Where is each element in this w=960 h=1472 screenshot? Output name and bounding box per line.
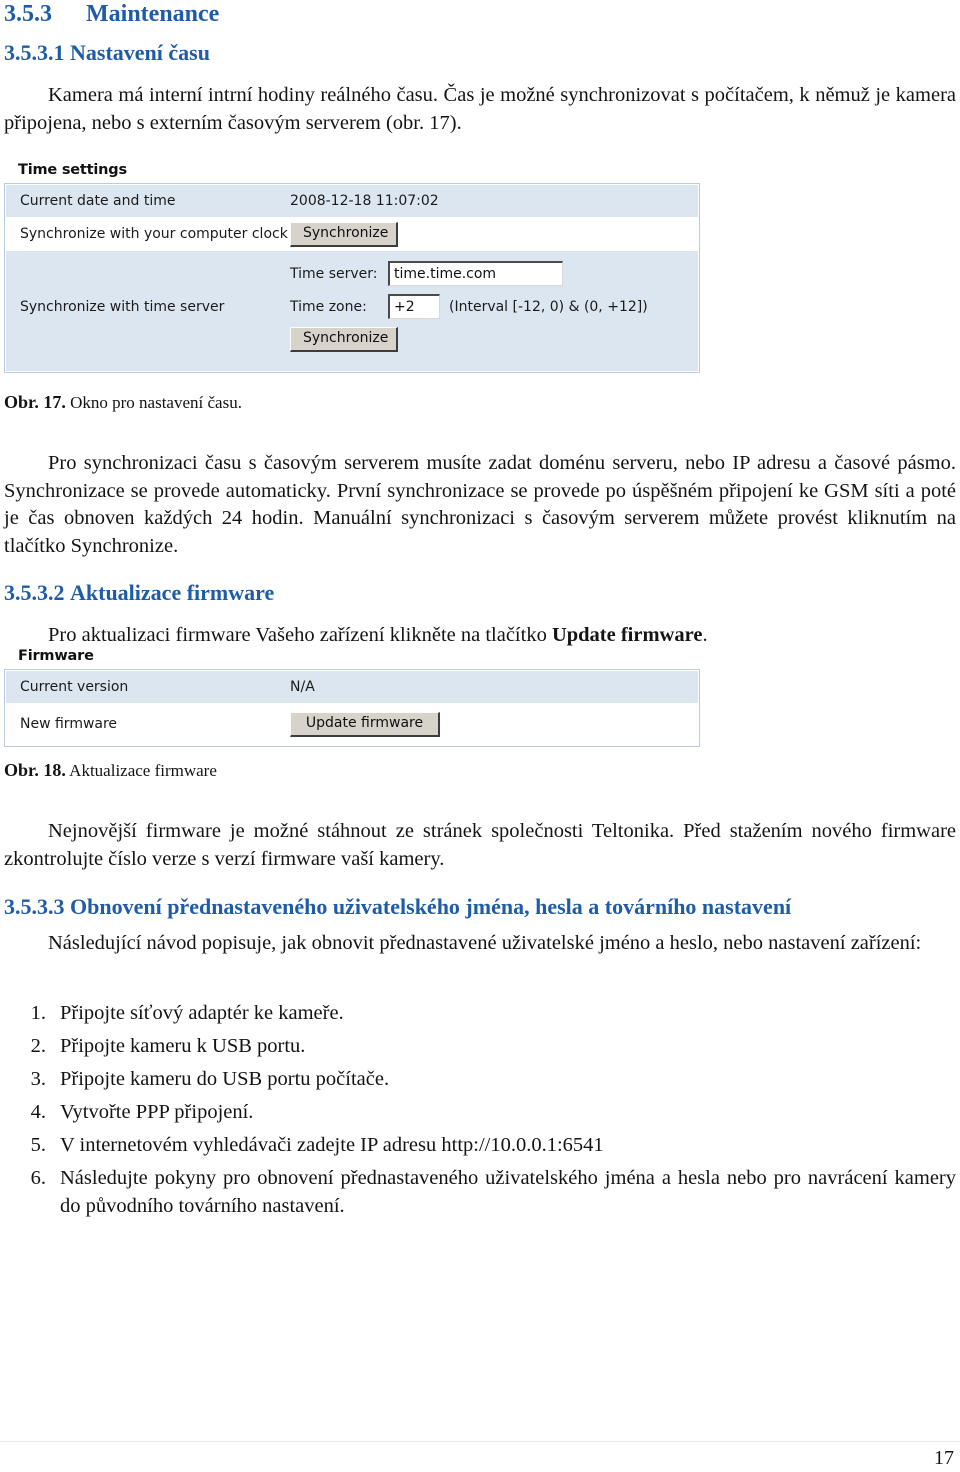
label-new-firmware: New firmware: [20, 716, 118, 732]
list-item-number: 5.: [30, 1134, 46, 1156]
heading-firmware-update-title: Aktualizace firmware: [70, 580, 275, 605]
label-sync-computer-clock: Synchronize with your computer clock: [20, 226, 288, 242]
firmware-panel-title: Firmware: [18, 648, 94, 664]
paragraph-restore-intro: Následující návod popisuje, jak obnovit …: [4, 930, 956, 958]
time-settings-panel-title: Time settings: [18, 162, 127, 178]
heading-time-settings-title: Nastavení času: [70, 40, 210, 65]
time-server-fields: Time server: time.time.com Time zone: +2…: [290, 251, 648, 352]
time-zone-input[interactable]: +2: [388, 294, 440, 319]
figure-time-settings-screenshot: Time settings Current date and time 2008…: [4, 162, 704, 380]
heading-time-settings: 3.5.3.1 Nastavení času: [4, 42, 210, 64]
heading-factory-restore-number: 3.5.3.3: [4, 894, 65, 919]
heading-factory-restore-title: Obnovení přednastaveného uživatelského j…: [70, 894, 792, 919]
new-firmware-button-cell: Update firmware: [290, 711, 440, 737]
list-item-text: Připojte kameru k USB portu.: [60, 1035, 306, 1057]
paragraph-firmware-intro-bold: Update firmware: [551, 624, 703, 646]
list-item: 3. Připojte kameru do USB portu počítače…: [4, 1066, 956, 1094]
label-sync-time-server: Synchronize with time server: [20, 299, 225, 315]
list-item-number: 6.: [30, 1167, 46, 1189]
table-row-current-version: Current version N/A: [6, 671, 698, 703]
sync-time-server-button-row: Synchronize: [290, 327, 648, 352]
list-item: 2. Připojte kameru k USB portu.: [4, 1033, 956, 1061]
heading-maintenance: 3.5.3 Maintenance: [4, 2, 219, 26]
caption-figure-17-label: Obr. 17.: [4, 392, 66, 412]
list-item-number: 1.: [30, 1002, 46, 1024]
list-item: 4. Vytvořte PPP připojení.: [4, 1099, 956, 1127]
time-zone-hint: (Interval [-12, 0) & (0, +12]): [449, 298, 648, 315]
list-item: 1. Připojte síťový adaptér ke kameře.: [4, 1000, 956, 1028]
caption-figure-17-text: Okno pro nastavení času.: [70, 393, 242, 412]
caption-figure-17: Obr. 17. Okno pro nastavení času.: [4, 392, 242, 413]
heading-maintenance-number: 3.5.3: [4, 1, 52, 27]
list-item-text: V internetovém vyhledávači zadejte IP ad…: [60, 1134, 604, 1156]
list-item-number: 3.: [30, 1068, 46, 1090]
paragraph-intro-text: Kamera má interní intrní hodiny reálného…: [4, 84, 956, 134]
time-zone-field-row: Time zone: +2 (Interval [-12, 0) & (0, +…: [290, 294, 648, 319]
caption-figure-18-label: Obr. 18.: [4, 760, 66, 780]
time-server-field-row: Time server: time.time.com: [290, 261, 648, 286]
list-item: 5. V internetovém vyhledávači zadejte IP…: [4, 1132, 956, 1160]
synchronize-computer-clock-button[interactable]: Synchronize: [290, 221, 398, 247]
paragraph-firmware-intro: Pro aktualizaci firmware Vašeho zařízení…: [4, 622, 956, 650]
label-time-zone: Time zone:: [290, 298, 367, 315]
label-current-version: Current version: [20, 679, 129, 695]
heading-maintenance-title: Maintenance: [86, 1, 220, 27]
table-row-sync-time-server: Synchronize with time server Time server…: [6, 251, 698, 371]
list-item-text: Připojte kameru do USB portu počítače.: [60, 1068, 390, 1090]
paragraph-sync: Pro synchronizaci času s časovým servere…: [4, 450, 956, 560]
table-row-current-date: Current date and time 2008-12-18 11:07:0…: [6, 185, 698, 217]
time-server-input[interactable]: time.time.com: [388, 261, 563, 286]
list-item-number: 2.: [30, 1035, 46, 1057]
list-item: 6. Následujte pokyny pro obnovení předna…: [4, 1165, 956, 1220]
firmware-panel: Current version N/A New firmware Update …: [4, 669, 700, 747]
update-firmware-button[interactable]: Update firmware: [290, 711, 440, 737]
footer-divider: [0, 1441, 960, 1442]
paragraph-firmware-intro-after: .: [702, 624, 708, 646]
heading-factory-restore: 3.5.3.3 Obnovení přednastaveného uživate…: [4, 896, 791, 918]
heading-time-settings-number: 3.5.3.1: [4, 40, 65, 65]
caption-figure-18: Obr. 18. Aktualizace firmware: [4, 760, 217, 781]
heading-firmware-update: 3.5.3.2 Aktualizace firmware: [4, 582, 274, 604]
list-item-number: 4.: [30, 1101, 46, 1123]
paragraph-restore-intro-text: Následující návod popisuje, jak obnovit …: [48, 932, 922, 954]
heading-firmware-update-number: 3.5.3.2: [4, 580, 65, 605]
list-item-text: Připojte síťový adaptér ke kameře.: [60, 1002, 344, 1024]
label-current-date-and-time: Current date and time: [20, 193, 176, 209]
paragraph-intro: Kamera má interní intrní hodiny reálného…: [4, 82, 956, 137]
sync-computer-clock-button-cell: Synchronize: [290, 221, 398, 247]
list-item-text: Následujte pokyny pro obnovení přednasta…: [60, 1167, 956, 1217]
paragraph-sync-text: Pro synchronizaci času s časovým servere…: [4, 452, 956, 557]
table-row-new-firmware: New firmware Update firmware: [6, 703, 698, 745]
value-current-version: N/A: [290, 679, 315, 695]
figure-firmware-screenshot: Firmware Current version N/A New firmwar…: [4, 648, 704, 752]
paragraph-firmware-note: Nejnovější firmware je možné stáhnout ze…: [4, 818, 956, 873]
restore-steps-list: 1. Připojte síťový adaptér ke kameře. 2.…: [4, 1000, 956, 1226]
caption-figure-18-text: Aktualizace firmware: [69, 761, 217, 780]
document-page: 3.5.3 Maintenance 3.5.3.1 Nastavení času …: [0, 0, 960, 1472]
value-current-date-and-time: 2008-12-18 11:07:02: [290, 193, 439, 209]
page-number: 17: [934, 1447, 954, 1469]
time-settings-panel: Current date and time 2008-12-18 11:07:0…: [4, 183, 700, 373]
list-item-text: Vytvořte PPP připojení.: [60, 1101, 254, 1123]
table-row-sync-computer-clock: Synchronize with your computer clock Syn…: [6, 217, 698, 251]
label-time-server: Time server:: [290, 265, 378, 282]
paragraph-firmware-intro-before: Pro aktualizaci firmware Vašeho zařízení…: [48, 624, 552, 646]
paragraph-firmware-note-text: Nejnovější firmware je možné stáhnout ze…: [4, 820, 956, 870]
synchronize-time-server-button[interactable]: Synchronize: [290, 327, 398, 352]
